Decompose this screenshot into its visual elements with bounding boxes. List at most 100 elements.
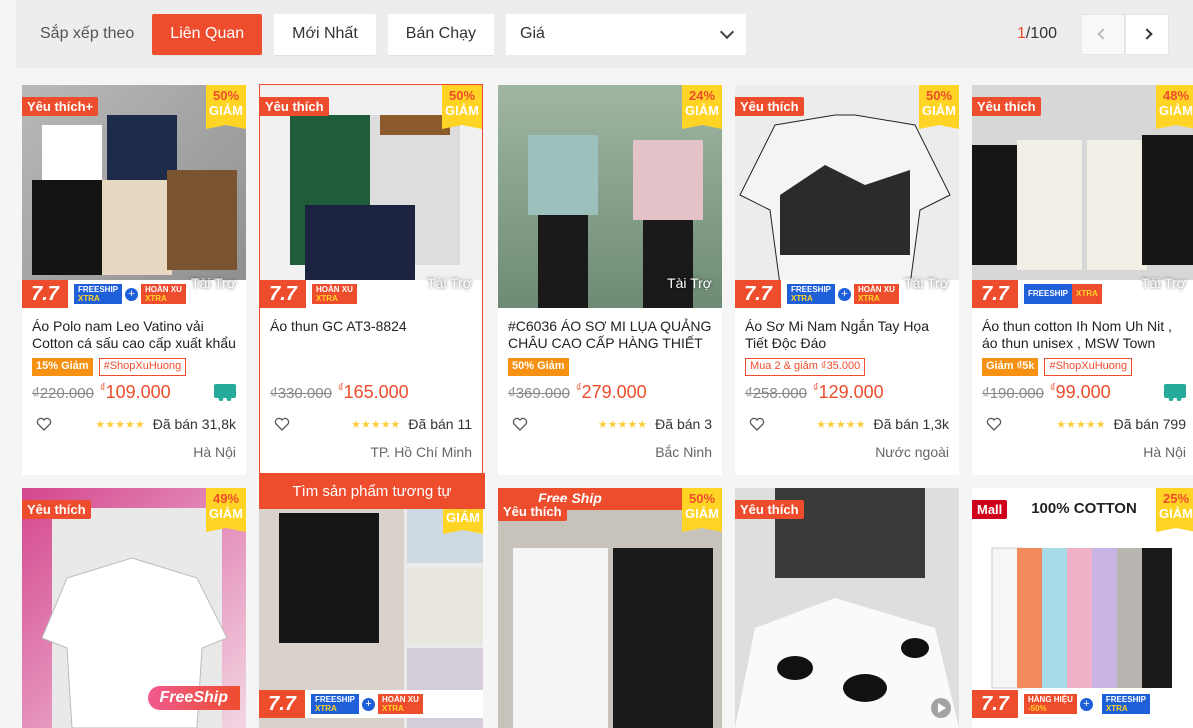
prev-page-button[interactable] bbox=[1081, 13, 1125, 55]
product-image: Yêu thích bbox=[735, 488, 959, 728]
chevron-left-icon bbox=[1097, 28, 1109, 40]
heart-icon[interactable] bbox=[749, 417, 765, 431]
shop-location: Hà Nội bbox=[193, 444, 236, 460]
product-card[interactable]: Yêu thích 49% GIẢM FreeShip bbox=[22, 488, 246, 728]
heart-icon[interactable] bbox=[274, 417, 290, 431]
sort-relevance-button[interactable]: Liên Quan bbox=[152, 13, 263, 55]
cow-print-image bbox=[735, 488, 959, 728]
sold-count: Đã bán 11 bbox=[408, 416, 472, 432]
sponsored-label: Tài Trợ bbox=[191, 275, 236, 291]
page-total: /100 bbox=[1025, 25, 1057, 42]
heart-icon[interactable] bbox=[512, 417, 528, 431]
meta-row: ★★★★★ Đã bán 1,3k bbox=[745, 416, 949, 432]
product-card[interactable]: Yêu thích bbox=[735, 488, 959, 728]
favorite-badge: Yêu thích bbox=[735, 97, 804, 116]
sponsored-label: Tài Trợ bbox=[427, 275, 472, 291]
promo-strip: 7.7 HÀNG HIỆU -50% + FREESHIP XTRA bbox=[972, 690, 1193, 718]
product-card[interactable]: 24% GIẢM Tài Trợ #C6036 ÁO SƠ MI LỤA QUẢN… bbox=[498, 85, 722, 475]
discount-tag: 15% Giảm bbox=[32, 358, 93, 376]
discount-badge: 50% GIẢM bbox=[919, 85, 959, 129]
sold-count: Đã bán 1,3k bbox=[873, 416, 950, 432]
sponsored-label: Tài Trợ bbox=[904, 275, 949, 291]
favorite-badge: Yêu thích bbox=[260, 97, 329, 116]
product-image: Yêu thích 50% GIẢM Tài Trợ 7.7 HOÀN XU XTR… bbox=[260, 85, 482, 308]
discount-badge: GIẢM bbox=[443, 506, 483, 534]
freeship-truck-icon bbox=[214, 384, 236, 401]
product-card[interactable]: Yêu thích 50% GIẢM Tài Trợ 7.7 FREESHIP XT… bbox=[735, 85, 959, 475]
price-sort-select[interactable]: Giá bbox=[506, 13, 747, 55]
sponsored-label: Tài Trợ bbox=[1141, 275, 1186, 291]
product-card[interactable]: Free Ship Yêu thích 50% GIẢM bbox=[498, 488, 722, 728]
product-name: Áo thun cotton Ih Nom Uh Nit , áo thun u… bbox=[982, 318, 1172, 351]
discount-badge: 24% GIẢM bbox=[682, 85, 722, 129]
pager-buttons bbox=[1081, 13, 1169, 55]
heart-icon[interactable] bbox=[986, 417, 1002, 431]
sold-count: Đã bán 3 bbox=[655, 416, 712, 432]
discount-tag: 50% Giảm bbox=[508, 358, 569, 376]
rating-stars-icon: ★★★★★ bbox=[816, 418, 866, 431]
page-current: 1 bbox=[1016, 25, 1026, 42]
product-card[interactable]: Yêu thích 50% GIẢM Tài Trợ 7.7 HOÀN XU XTR… bbox=[259, 84, 485, 509]
sort-label: Sắp xếp theo bbox=[40, 25, 135, 42]
product-image: Yêu thích 48% GIẢM Tài Trợ 7.7 FREESHIP X… bbox=[972, 85, 1193, 308]
product-card[interactable]: GIẢM 7.7 FREESHIP XTRA + HOÀN XU XTRA bbox=[259, 488, 483, 728]
meta-row: ★★★★★ Đã bán 31,8k bbox=[32, 416, 236, 432]
discount-badge: 48% GIẢM bbox=[1156, 85, 1193, 129]
favorite-badge: Yêu thích bbox=[972, 97, 1041, 116]
shop-location: Nước ngoài bbox=[875, 444, 949, 460]
hashtag-tag: #ShopXuHuong bbox=[98, 358, 187, 376]
bundle-tag: Mua 2 & giảm ₫35.000 bbox=[745, 358, 866, 376]
product-tags: Mua 2 & giảm ₫35.000 bbox=[745, 358, 949, 376]
sale-price: ₫279.000 bbox=[575, 382, 647, 402]
hashtag-tag: #ShopXuHuong bbox=[1044, 358, 1133, 376]
find-similar-button[interactable]: Tìm sản phẩm tương tự bbox=[259, 473, 485, 509]
sponsored-label: Tài Trợ bbox=[667, 275, 712, 291]
chevron-down-icon bbox=[719, 24, 735, 39]
product-card[interactable]: Yêu thích 48% GIẢM Tài Trợ 7.7 FREESHIP X… bbox=[972, 85, 1193, 475]
sort-newest-button[interactable]: Mới Nhất bbox=[274, 13, 376, 55]
video-play-icon[interactable] bbox=[931, 698, 951, 718]
product-card[interactable]: Yêu thích+ 50% GIẢM Tài Trợ 7.7 FREESHIP X… bbox=[22, 85, 246, 475]
meta-row: ★★★★★ Đã bán 799 bbox=[982, 416, 1186, 432]
freeship-truck-icon bbox=[1164, 384, 1186, 401]
rating-stars-icon: ★★★★★ bbox=[95, 418, 145, 431]
price-row: ₫190.000 ₫99.000 bbox=[982, 382, 1186, 404]
original-price: ₫190.000 bbox=[982, 385, 1044, 402]
product-image: Yêu thích 49% GIẢM FreeShip bbox=[22, 488, 246, 728]
next-page-button[interactable] bbox=[1125, 13, 1169, 55]
freeship-pill: FreeShip bbox=[147, 686, 240, 710]
favorite-badge: Yêu thích bbox=[22, 500, 91, 519]
discount-tag: Giảm ₫5k bbox=[982, 358, 1039, 376]
meta-row: ★★★★★ Đã bán 11 bbox=[270, 416, 472, 432]
shop-location: Hà Nội bbox=[1143, 444, 1186, 460]
sort-bestseller-button[interactable]: Bán Chạy bbox=[387, 13, 495, 55]
rating-stars-icon: ★★★★★ bbox=[1056, 418, 1106, 431]
product-image: Yêu thích 50% GIẢM Tài Trợ 7.7 FREESHIP XT… bbox=[735, 85, 959, 308]
favorite-plus-badge: Yêu thích+ bbox=[22, 97, 99, 116]
promo-strip: 7.7 FREESHIP XTRA + HOÀN XU XTRA bbox=[259, 690, 483, 718]
original-price: ₫258.000 bbox=[745, 385, 807, 402]
product-card[interactable]: 100% COTTON Mall 25% GIẢM 7.7 HÀNG HIỆU -5… bbox=[972, 488, 1193, 728]
chevron-right-icon bbox=[1141, 28, 1153, 40]
product-tags: 15% Giảm #ShopXuHuong bbox=[32, 358, 236, 376]
product-name: Áo Polo nam Leo Vatino vải Cotton cá sấu… bbox=[32, 318, 236, 351]
discount-badge: 49% GIẢM bbox=[206, 488, 246, 532]
original-price: ₫220.000 bbox=[32, 385, 94, 402]
sold-count: Đã bán 799 bbox=[1113, 416, 1186, 432]
heart-icon[interactable] bbox=[36, 417, 52, 431]
rating-stars-icon: ★★★★★ bbox=[351, 418, 401, 431]
product-image: 100% COTTON Mall 25% GIẢM 7.7 HÀNG HIỆU -5… bbox=[972, 488, 1193, 728]
sold-count: Đã bán 31,8k bbox=[152, 416, 236, 432]
price-row: ₫369.000 ₫279.000 bbox=[508, 382, 712, 404]
sale-price: ₫99.000 bbox=[1049, 382, 1111, 402]
product-image: Free Ship Yêu thích 50% GIẢM bbox=[498, 488, 722, 728]
product-tags bbox=[270, 358, 472, 376]
discount-badge: 50% GIẢM bbox=[682, 488, 722, 532]
product-name: Áo Sơ Mi Nam Ngắn Tay Họa Tiết Độc Đáo bbox=[745, 318, 929, 351]
product-image: GIẢM 7.7 FREESHIP XTRA + HOÀN XU XTRA bbox=[259, 488, 483, 728]
mall-badge: Mall bbox=[972, 500, 1008, 519]
original-price: ₫330.000 bbox=[270, 385, 332, 402]
product-tags: 50% Giảm bbox=[508, 358, 712, 376]
meta-row: ★★★★★ Đã bán 3 bbox=[508, 416, 712, 432]
discount-badge: 50% GIẢM bbox=[442, 85, 482, 129]
